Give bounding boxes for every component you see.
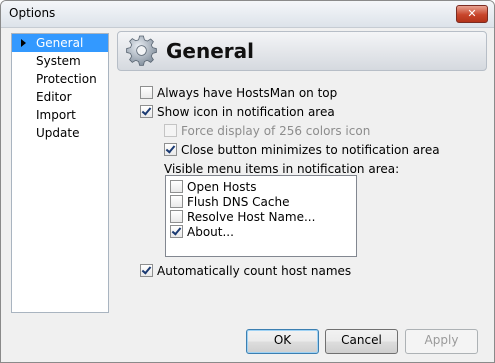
sidebar-item-protection[interactable]: Protection [12,70,108,88]
checkbox-box [164,124,177,137]
options-window: Options ✕ General System Protection Edit… [0,0,495,363]
sidebar: General System Protection Editor Import … [11,33,109,313]
checkbox-label: Show icon in notification area [157,105,335,119]
cancel-button[interactable]: Cancel [325,329,398,354]
checkbox-label: Always have HostsMan on top [157,86,338,100]
list-item-open-hosts[interactable]: Open Hosts [170,180,256,195]
sidebar-item-label: Update [36,126,80,140]
auto-count-checkbox[interactable]: Automatically count host names [140,263,351,279]
page-title: General [166,39,254,63]
sidebar-item-label: General [36,36,84,50]
sidebar-item-label: Import [36,108,76,122]
sidebar-item-label: Protection [36,72,97,86]
list-item-label: Open Hosts [187,180,257,194]
list-item-label: Flush DNS Cache [187,195,290,209]
list-item-label: Resolve Host Name... [187,210,316,224]
checkbox-box[interactable] [140,86,153,99]
apply-button[interactable]: Apply [405,329,478,354]
close-minimizes-checkbox[interactable]: Close button minimizes to notification a… [164,142,440,158]
checkbox-box[interactable] [170,180,183,193]
close-button[interactable]: ✕ [456,5,488,23]
list-item-resolve-host[interactable]: Resolve Host Name... [170,210,315,225]
list-item-about[interactable]: About... [170,225,234,240]
gear-icon [126,35,157,66]
menu-items-listbox[interactable]: Open Hosts Flush DNS Cache Resolve Host … [165,175,357,257]
checkbox-label: Automatically count host names [157,264,352,278]
checkbox-box[interactable] [170,195,183,208]
section-header: General [117,31,487,71]
checkbox-box[interactable] [164,143,177,156]
always-on-top-checkbox[interactable]: Always have HostsMan on top [140,85,337,101]
sidebar-item-label: Editor [36,90,72,104]
sidebar-item-import[interactable]: Import [12,106,108,124]
title-bar[interactable]: Options ✕ [1,1,494,28]
list-item-flush-dns[interactable]: Flush DNS Cache [170,195,289,210]
checkbox-label: Close button minimizes to notification a… [181,143,440,157]
show-icon-checkbox[interactable]: Show icon in notification area [140,104,335,120]
checkbox-label: Force display of 256 colors icon [181,124,371,138]
checkbox-box[interactable] [140,105,153,118]
list-item-label: About... [187,225,234,239]
ok-button[interactable]: OK [246,329,319,354]
selected-arrow-icon [21,39,26,47]
sidebar-item-system[interactable]: System [12,52,108,70]
force-256-colors-checkbox: Force display of 256 colors icon [164,123,370,139]
window-title: Options [9,6,56,20]
sidebar-item-editor[interactable]: Editor [12,88,108,106]
sidebar-item-general[interactable]: General [12,34,108,52]
sidebar-item-update[interactable]: Update [12,124,108,142]
sidebar-item-label: System [36,54,81,68]
checkbox-box[interactable] [170,225,183,238]
checkbox-box[interactable] [170,210,183,223]
checkbox-box[interactable] [140,264,153,277]
